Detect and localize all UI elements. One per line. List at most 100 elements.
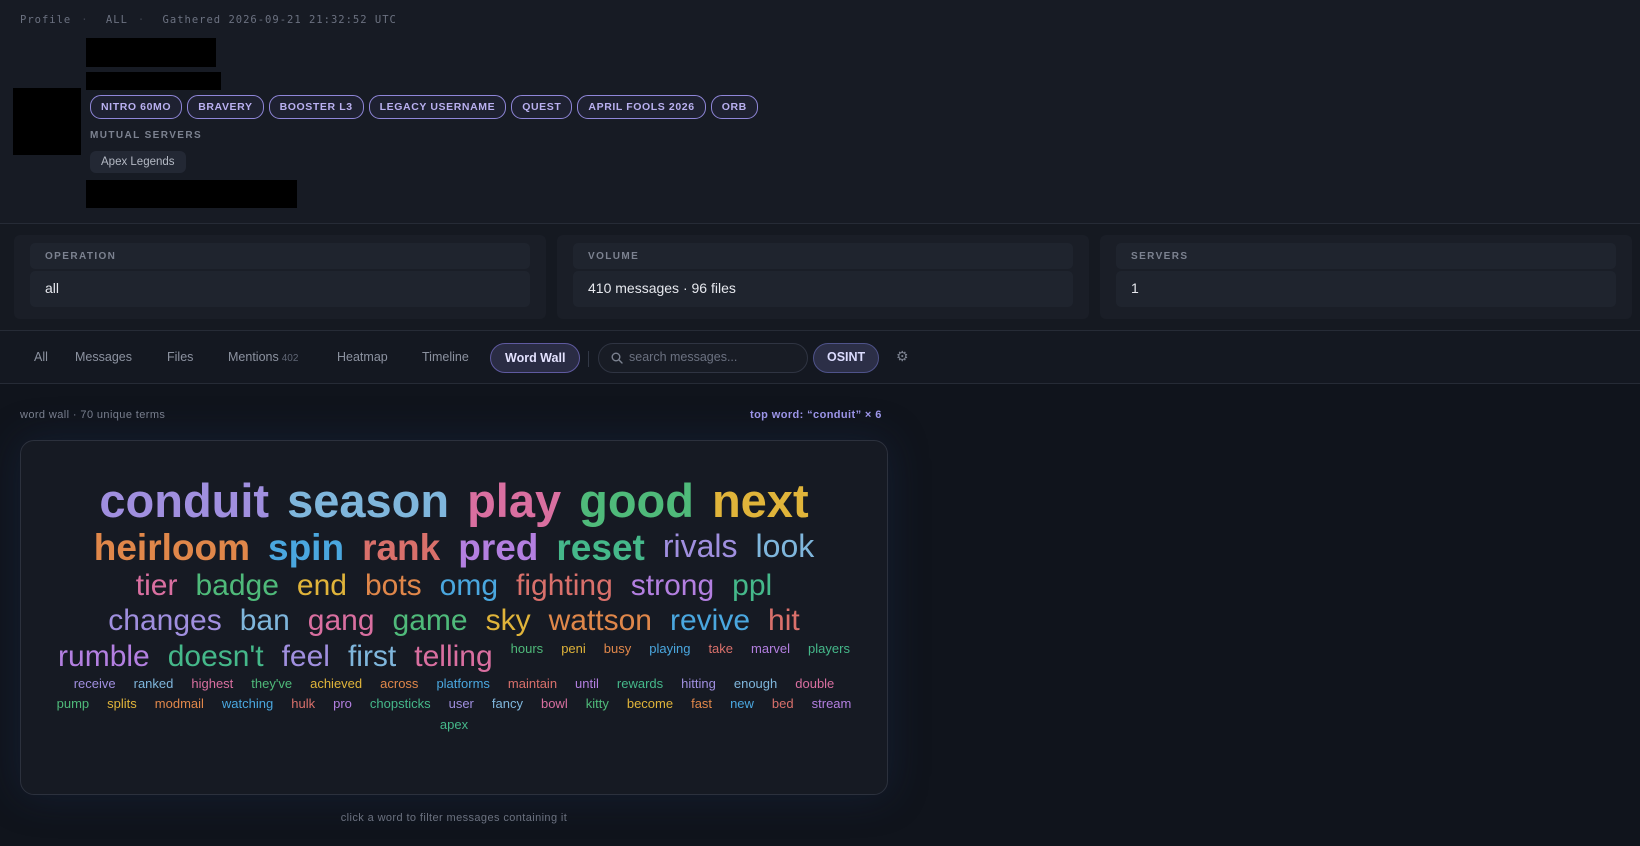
search-input[interactable] xyxy=(629,350,799,364)
word-good[interactable]: good xyxy=(579,474,694,528)
word-strong[interactable]: strong xyxy=(631,568,714,603)
word-end[interactable]: end xyxy=(297,568,347,603)
tab-mentions[interactable]: Mentions 402 xyxy=(214,343,312,373)
word-highest[interactable]: highest xyxy=(191,674,233,695)
stat-operation: OPERATION all xyxy=(14,235,546,319)
avatar xyxy=(13,88,81,155)
word-season[interactable]: season xyxy=(287,474,449,528)
word-ban[interactable]: ban xyxy=(240,603,290,638)
word-hours[interactable]: hours xyxy=(511,639,544,674)
word-pred[interactable]: pred xyxy=(458,527,538,569)
word-chopsticks[interactable]: chopsticks xyxy=(370,694,431,715)
word-across[interactable]: across xyxy=(380,674,418,695)
word-rivals[interactable]: rivals xyxy=(663,528,738,569)
word-wattson[interactable]: wattson xyxy=(549,603,652,638)
word-hit[interactable]: hit xyxy=(768,603,800,638)
word-user[interactable]: user xyxy=(449,694,474,715)
tab-messages[interactable]: Messages xyxy=(61,343,146,373)
word-receive[interactable]: receive xyxy=(74,674,116,695)
word-watching[interactable]: watching xyxy=(222,694,273,715)
stat-label: SERVERS xyxy=(1116,243,1616,269)
word-marvel[interactable]: marvel xyxy=(751,639,790,674)
word-apex[interactable]: apex xyxy=(440,715,468,736)
word-ranked[interactable]: ranked xyxy=(134,674,174,695)
word-hitting[interactable]: hitting xyxy=(681,674,716,695)
word-badge[interactable]: badge xyxy=(195,568,278,603)
word-gang[interactable]: gang xyxy=(308,603,375,638)
word-bots[interactable]: bots xyxy=(365,568,422,603)
word-next[interactable]: next xyxy=(712,474,809,528)
badge-orb: ORB xyxy=(710,95,758,119)
word-pro[interactable]: pro xyxy=(333,694,352,715)
word-rank[interactable]: rank xyxy=(362,527,440,569)
mentions-count: 402 xyxy=(281,353,299,364)
word-until[interactable]: until xyxy=(575,674,599,695)
word-fighting[interactable]: fighting xyxy=(516,568,613,603)
badge-booster: BOOSTER L3 xyxy=(268,95,364,119)
stat-value: 1 xyxy=(1116,271,1616,307)
osint-button[interactable]: OSINT xyxy=(813,343,880,373)
word-theyve[interactable]: they've xyxy=(251,674,292,695)
word-new[interactable]: new xyxy=(730,694,754,715)
word-modmail[interactable]: modmail xyxy=(155,694,204,715)
word-take[interactable]: take xyxy=(708,639,733,674)
tab-all[interactable]: All xyxy=(20,343,62,373)
word-spin[interactable]: spin xyxy=(268,527,344,569)
badge-bravery: BRAVERY xyxy=(187,95,264,119)
word-platforms[interactable]: platforms xyxy=(436,674,489,695)
word-become[interactable]: become xyxy=(627,694,673,715)
word-kitty[interactable]: kitty xyxy=(586,694,609,715)
word-feel[interactable]: feel xyxy=(282,639,330,674)
word-players[interactable]: players xyxy=(808,639,850,674)
breadcrumb-operation[interactable]: ALL xyxy=(106,14,128,26)
tab-heatmap[interactable]: Heatmap xyxy=(323,343,402,373)
word-omg[interactable]: omg xyxy=(440,568,498,603)
word-playing[interactable]: playing xyxy=(649,639,690,674)
word-double[interactable]: double xyxy=(795,674,834,695)
stats-bar: OPERATION all VOLUME 410 messages · 96 f… xyxy=(0,224,1640,331)
word-busy[interactable]: busy xyxy=(604,639,631,674)
stat-servers: SERVERS 1 xyxy=(1100,235,1632,319)
word-heirloom[interactable]: heirloom xyxy=(94,527,250,569)
word-bed[interactable]: bed xyxy=(772,694,794,715)
word-rumble[interactable]: rumble xyxy=(58,639,150,674)
search-box[interactable] xyxy=(598,343,808,373)
breadcrumb-profile[interactable]: Profile xyxy=(20,14,71,26)
word-conduit[interactable]: conduit xyxy=(99,474,269,528)
word-reset[interactable]: reset xyxy=(556,527,644,569)
redacted-display-name xyxy=(86,38,216,67)
word-peni[interactable]: peni xyxy=(561,639,586,674)
word-play[interactable]: play xyxy=(467,474,561,528)
word-doesnt[interactable]: doesn't xyxy=(168,639,264,674)
badge-quest: QUEST xyxy=(511,95,573,119)
word-game[interactable]: game xyxy=(393,603,468,638)
tab-files[interactable]: Files xyxy=(153,343,207,373)
tab-word-wall[interactable]: Word Wall xyxy=(490,343,581,373)
word-fancy[interactable]: fancy xyxy=(492,694,523,715)
gear-icon[interactable]: ⚙ xyxy=(896,348,909,365)
word-sky[interactable]: sky xyxy=(486,603,531,638)
word-first[interactable]: first xyxy=(348,639,396,674)
word-revive[interactable]: revive xyxy=(670,603,750,638)
word-look[interactable]: look xyxy=(756,528,815,569)
word-maintain[interactable]: maintain xyxy=(508,674,557,695)
word-wall-summary: word wall · 70 unique terms xyxy=(20,409,166,421)
word-splits[interactable]: splits xyxy=(107,694,137,715)
word-fast[interactable]: fast xyxy=(691,694,712,715)
word-tier[interactable]: tier xyxy=(136,568,178,603)
badge-list: NITRO 60MO BRAVERY BOOSTER L3 LEGACY USE… xyxy=(90,95,758,119)
word-stream[interactable]: stream xyxy=(812,694,852,715)
tab-timeline[interactable]: Timeline xyxy=(408,343,483,373)
word-ppl[interactable]: ppl xyxy=(732,568,772,603)
word-telling[interactable]: telling xyxy=(414,639,492,674)
word-achieved[interactable]: achieved xyxy=(310,674,362,695)
word-rewards[interactable]: rewards xyxy=(617,674,663,695)
word-hulk[interactable]: hulk xyxy=(291,694,315,715)
word-pump[interactable]: pump xyxy=(57,694,90,715)
server-chip[interactable]: Apex Legends xyxy=(90,151,186,173)
breadcrumb-separator: · xyxy=(137,14,146,26)
word-changes[interactable]: changes xyxy=(108,603,221,638)
profile-header: Profile · ALL · Gathered 2026-09-21 21:32:… xyxy=(0,0,1640,224)
word-enough[interactable]: enough xyxy=(734,674,777,695)
word-bowl[interactable]: bowl xyxy=(541,694,568,715)
